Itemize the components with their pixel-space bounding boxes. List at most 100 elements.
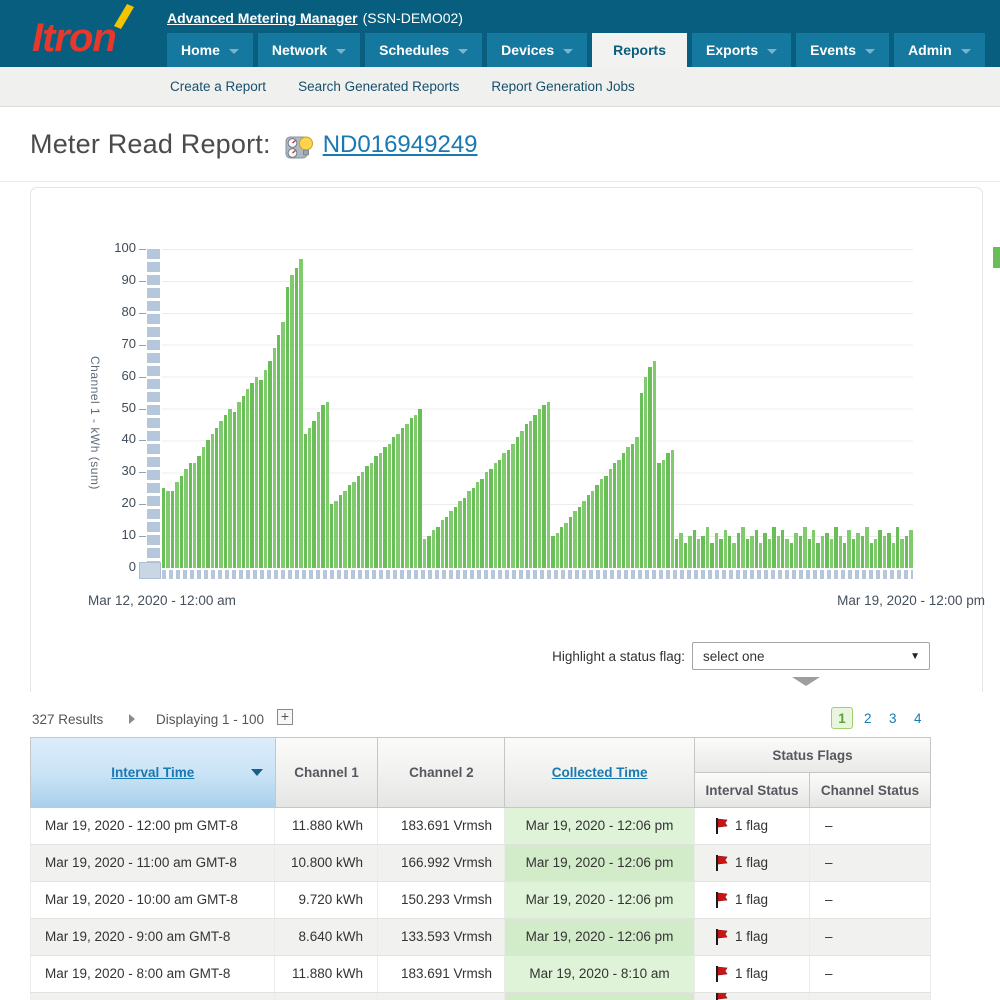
cell-channel-status: – [810,808,931,844]
cell-collected-time: Mar 19, 2020 - 12:06 pm [505,808,695,844]
expand-table-icon[interactable]: + [277,709,293,725]
itron-logo: Itron [26,4,166,62]
chart-bar [489,469,492,568]
table-row: Mar 19, 2020 - 9:00 am GMT-8 8.640 kWh 1… [30,919,931,956]
chart-bar [861,536,864,568]
chart-bar [551,536,554,568]
cell-interval-status: 1 flag [695,882,810,918]
device-id-link[interactable]: ND016949249 [323,131,478,159]
chart-bar [202,447,205,568]
chart-bar [379,453,382,568]
chart-bar [299,259,302,568]
nav-tab-admin[interactable]: Admin [894,33,985,67]
cell-collected-time: Mar 19, 2020 - 12:06 pm [505,919,695,955]
chart-bar [233,412,236,568]
chart-bar [321,405,324,568]
chart-bar [370,463,373,568]
subnav-create-a-report[interactable]: Create a Report [170,79,266,94]
chart-bar [277,335,280,568]
nav-tab-label: Events [810,42,856,58]
flag-count-label: 1 flag [735,845,768,881]
y-axis-tick-label: 20 [96,495,136,510]
column-header-interval-time[interactable]: Interval Time [31,738,276,808]
nav-tab-reports[interactable]: Reports [592,33,687,67]
subnav-report-generation-jobs[interactable]: Report Generation Jobs [491,79,634,94]
chart-bar [268,361,271,568]
y-axis-tick-label: 100 [96,240,136,255]
subnav-search-generated-reports[interactable]: Search Generated Reports [298,79,459,94]
app-header: Itron Advanced Metering Manager(SSN-DEMO… [0,0,1000,67]
chart-bar [693,530,696,568]
nav-tab-events[interactable]: Events [796,33,889,67]
page-title-band: Meter Read Report: ND016949249 [0,108,1000,182]
collected-time-sort-link[interactable]: Collected Time [552,765,648,780]
chart-bar [449,511,452,568]
cell-channel-2: 166.992 Vrmsh [378,845,505,881]
chart-bar [237,402,240,568]
chart-bar [622,453,625,568]
chart-bar [799,536,802,568]
chart-vertical-zoom-slider[interactable] [147,249,160,563]
chart-bar [480,479,483,568]
chart-bar [896,527,899,569]
chart-bar [865,527,868,569]
pagination-page-2[interactable]: 2 [864,711,872,726]
pagination-page-3[interactable]: 3 [889,711,897,726]
chart-collapse-chevron[interactable] [792,677,820,686]
nav-tab-schedules[interactable]: Schedules [365,33,482,67]
chart-bar [587,495,590,568]
chart-bar [892,543,895,569]
column-header-collected-time[interactable]: Collected Time [505,738,695,808]
chart-bar [640,393,643,568]
status-flag-select[interactable]: select one ▼ [692,642,930,670]
cell-channel-1: 9.720 kWh [275,882,378,918]
chart-bar [790,543,793,569]
cell-interval-time: Mar 19, 2020 - 9:00 am GMT-8 [30,919,275,955]
cell-channel-status: – [810,919,931,955]
chart-bar [383,447,386,568]
nav-tab-devices[interactable]: Devices [487,33,587,67]
chart-bar [887,533,890,568]
chart-y-axis-title: Channel 1 - kWh (sum) [86,328,102,518]
cell-channel-2: 183.691 Vrmsh [378,808,505,844]
chart-bar [830,539,833,568]
column-header-status-flags: Status Flags [695,738,931,773]
chart-bar [418,409,421,569]
chart-bar [286,287,289,568]
nav-tab-exports[interactable]: Exports [692,33,791,67]
chart-bar [538,409,541,569]
flag-count-label: 1 flag [735,956,768,992]
chart-bar [578,507,581,568]
nav-tab-label: Schedules [379,42,449,58]
app-title-link[interactable]: Advanced Metering Manager [167,10,358,26]
cell-collected-time: Mar 19, 2020 - 12:06 pm [505,845,695,881]
chart-vertical-slider-handle[interactable] [139,562,161,579]
pagination-page-1[interactable]: 1 [831,707,853,729]
chart-bar [166,491,169,568]
chart-horizontal-zoom-slider[interactable] [162,570,913,579]
y-axis-tick-mark [139,472,146,473]
y-axis-tick-mark [139,281,146,282]
chart-bar [750,536,753,568]
chart-bar [467,491,470,568]
interval-time-sort-link[interactable]: Interval Time [111,765,194,780]
chart-bar [180,476,183,569]
chart-bar [445,517,448,568]
chart-bar [295,268,298,568]
channel-2-header-label: Channel 2 [409,765,474,780]
chart-bar [909,530,912,568]
nav-tab-home[interactable]: Home [167,33,253,67]
interval-status-header-label: Interval Status [705,783,798,798]
nav-tab-network[interactable]: Network [258,33,360,67]
chart-bar [635,437,638,568]
chart-bar [463,498,466,568]
chart-bar [905,536,908,568]
chart-bar [193,463,196,568]
chart-bar [719,539,722,568]
chart-bar [847,530,850,568]
bar-chart-plot [162,249,913,568]
page-title: Meter Read Report: [30,129,271,160]
pagination-page-4[interactable]: 4 [914,711,922,726]
chart-bar [162,488,165,568]
cell-interval-status: 1 flag [695,919,810,955]
